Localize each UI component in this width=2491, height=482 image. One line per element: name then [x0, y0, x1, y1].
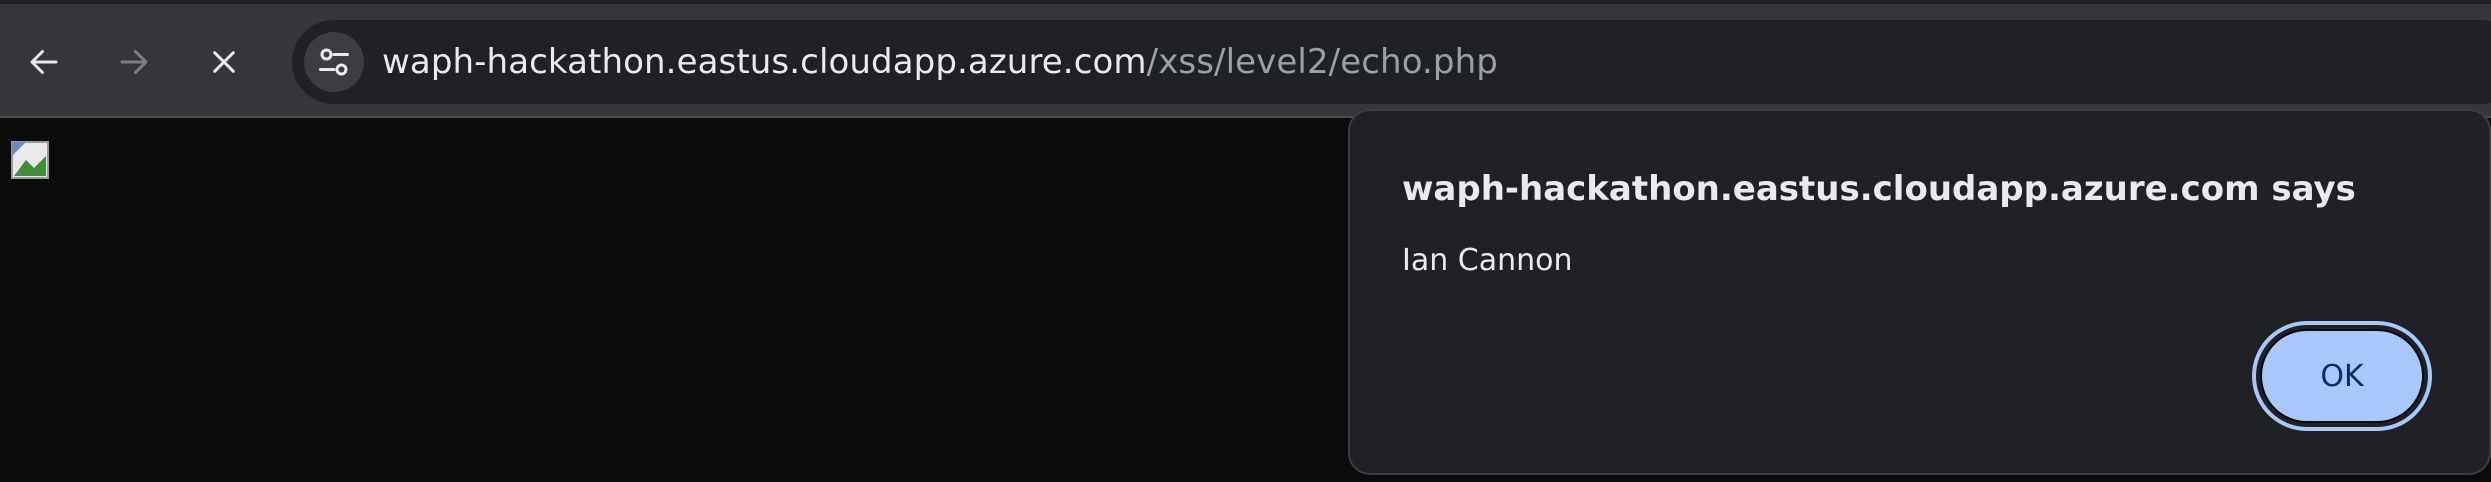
stop-loading-button[interactable]: [192, 30, 256, 94]
url-host: waph-hackathon.eastus.cloudapp.azure.com: [382, 42, 1147, 82]
ok-button-focus-ring: OK: [2252, 321, 2432, 431]
tune-icon: [319, 48, 349, 76]
back-button[interactable]: [12, 30, 76, 94]
browser-toolbar: waph-hackathon.eastus.cloudapp.azure.com…: [0, 0, 2491, 118]
alert-dialog: waph-hackathon.eastus.cloudapp.azure.com…: [1348, 109, 2491, 475]
broken-image-icon: [11, 141, 49, 179]
close-icon: [213, 51, 235, 73]
site-info-button[interactable]: [304, 32, 364, 92]
ok-button[interactable]: OK: [2260, 329, 2424, 423]
forward-button[interactable]: [102, 30, 166, 94]
dialog-message: Ian Cannon: [1402, 243, 1573, 278]
arrow-right-icon: [120, 50, 148, 74]
address-bar[interactable]: waph-hackathon.eastus.cloudapp.azure.com…: [292, 20, 2491, 104]
dialog-title: waph-hackathon.eastus.cloudapp.azure.com…: [1402, 169, 2356, 209]
url-text[interactable]: waph-hackathon.eastus.cloudapp.azure.com…: [382, 20, 1498, 104]
arrow-left-icon: [30, 50, 58, 74]
url-path: /xss/level2/echo.php: [1146, 42, 1498, 82]
